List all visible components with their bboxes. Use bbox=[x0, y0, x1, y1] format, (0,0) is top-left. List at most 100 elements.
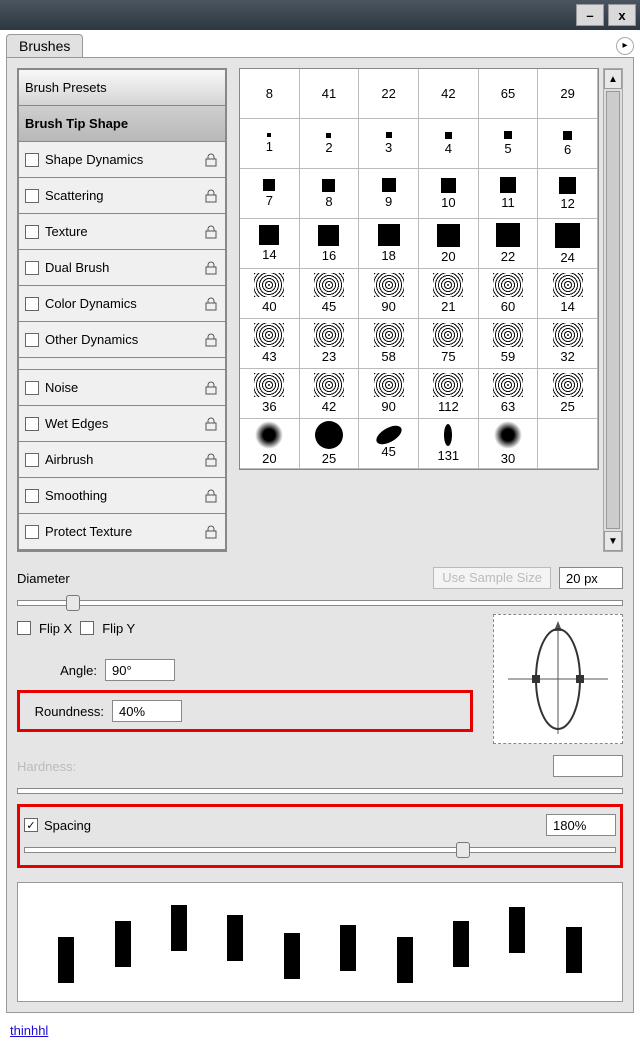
flip-x-checkbox[interactable] bbox=[17, 621, 31, 635]
brush-cell[interactable]: 29 bbox=[538, 69, 598, 119]
angle-preview[interactable] bbox=[493, 614, 623, 744]
brush-stroke-preview bbox=[17, 882, 623, 1002]
brush-cell[interactable]: 25 bbox=[300, 419, 360, 469]
brush-cell[interactable]: 45 bbox=[300, 269, 360, 319]
brush-preset-grid[interactable]: 8412242652912345678910111214161820222440… bbox=[239, 68, 599, 470]
brush-cell[interactable]: 22 bbox=[359, 69, 419, 119]
brush-cell[interactable]: 1 bbox=[240, 119, 300, 169]
brush-cell[interactable]: 8 bbox=[240, 69, 300, 119]
brush-cell[interactable]: 21 bbox=[419, 269, 479, 319]
option-checkbox[interactable] bbox=[25, 153, 39, 167]
option-checkbox[interactable] bbox=[25, 453, 39, 467]
sidebar-item[interactable]: Shape Dynamics bbox=[19, 142, 225, 178]
angle-input[interactable]: 90° bbox=[105, 659, 175, 681]
brush-cell[interactable]: 22 bbox=[479, 219, 539, 269]
brush-cell[interactable]: 20 bbox=[419, 219, 479, 269]
option-checkbox[interactable] bbox=[25, 489, 39, 503]
sidebar-toggle[interactable]: Wet Edges bbox=[19, 406, 225, 442]
brush-cell[interactable]: 58 bbox=[359, 319, 419, 369]
brush-cell[interactable]: 14 bbox=[240, 219, 300, 269]
footer-link[interactable]: thinhhl bbox=[0, 1019, 640, 1042]
sidebar-toggle[interactable]: Smoothing bbox=[19, 478, 225, 514]
brush-cell[interactable]: 45 bbox=[359, 419, 419, 469]
brush-shape-icon bbox=[318, 225, 339, 246]
brush-cell[interactable]: 4 bbox=[419, 119, 479, 169]
brush-cell[interactable]: 3 bbox=[359, 119, 419, 169]
diameter-slider[interactable] bbox=[17, 600, 623, 606]
option-checkbox[interactable] bbox=[25, 525, 39, 539]
sidebar-item[interactable]: Texture bbox=[19, 214, 225, 250]
option-checkbox[interactable] bbox=[25, 297, 39, 311]
stroke-dash bbox=[227, 915, 243, 961]
option-checkbox[interactable] bbox=[25, 381, 39, 395]
scroll-up-button[interactable]: ▲ bbox=[604, 69, 622, 89]
close-button[interactable]: x bbox=[608, 4, 636, 26]
sidebar-toggle[interactable]: Airbrush bbox=[19, 442, 225, 478]
brush-size-label: 9 bbox=[385, 194, 392, 209]
sidebar-item[interactable]: Color Dynamics bbox=[19, 286, 225, 322]
roundness-input[interactable]: 40% bbox=[112, 700, 182, 722]
brush-cell[interactable]: 42 bbox=[419, 69, 479, 119]
brush-cell[interactable]: 65 bbox=[479, 69, 539, 119]
brush-texture-icon bbox=[493, 323, 523, 347]
brush-cell[interactable]: 20 bbox=[240, 419, 300, 469]
brush-cell[interactable]: 30 bbox=[479, 419, 539, 469]
brush-size-label: 18 bbox=[381, 248, 395, 263]
option-checkbox[interactable] bbox=[25, 189, 39, 203]
brush-cell[interactable]: 8 bbox=[300, 169, 360, 219]
brush-cell[interactable]: 32 bbox=[538, 319, 598, 369]
spacing-input[interactable]: 180% bbox=[546, 814, 616, 836]
sidebar-item-tip-shape[interactable]: Brush Tip Shape bbox=[19, 106, 225, 142]
scroll-down-button[interactable]: ▼ bbox=[604, 531, 622, 551]
minimize-button[interactable]: – bbox=[576, 4, 604, 26]
sidebar-toggle[interactable]: Protect Texture bbox=[19, 514, 225, 550]
brush-cell[interactable]: 43 bbox=[240, 319, 300, 369]
brush-cell[interactable]: 60 bbox=[479, 269, 539, 319]
brush-cell[interactable]: 131 bbox=[419, 419, 479, 469]
brush-cell[interactable]: 14 bbox=[538, 269, 598, 319]
panel-menu-icon[interactable]: ▸ bbox=[616, 37, 634, 55]
diameter-input[interactable]: 20 px bbox=[559, 567, 623, 589]
brush-cell[interactable]: 23 bbox=[300, 319, 360, 369]
slider-thumb[interactable] bbox=[456, 842, 470, 858]
brush-cell[interactable]: 7 bbox=[240, 169, 300, 219]
option-checkbox[interactable] bbox=[25, 225, 39, 239]
spacing-slider[interactable] bbox=[24, 847, 616, 853]
brush-grid-scrollbar[interactable]: ▲ ▼ bbox=[603, 68, 623, 552]
brush-cell[interactable]: 25 bbox=[538, 369, 598, 419]
sidebar-toggle[interactable]: Noise bbox=[19, 370, 225, 406]
brush-cell[interactable]: 18 bbox=[359, 219, 419, 269]
brush-cell[interactable]: 12 bbox=[538, 169, 598, 219]
slider-thumb[interactable] bbox=[66, 595, 80, 611]
option-checkbox[interactable] bbox=[25, 261, 39, 275]
sidebar-item[interactable]: Dual Brush bbox=[19, 250, 225, 286]
brush-cell[interactable]: 16 bbox=[300, 219, 360, 269]
brush-cell[interactable]: 6 bbox=[538, 119, 598, 169]
brush-cell[interactable]: 42 bbox=[300, 369, 360, 419]
brush-cell[interactable] bbox=[538, 419, 598, 469]
sidebar-item[interactable]: Scattering bbox=[19, 178, 225, 214]
brush-cell[interactable]: 2 bbox=[300, 119, 360, 169]
sidebar-item[interactable]: Other Dynamics bbox=[19, 322, 225, 358]
scroll-thumb[interactable] bbox=[606, 91, 620, 529]
brush-cell[interactable]: 59 bbox=[479, 319, 539, 369]
brush-cell[interactable]: 112 bbox=[419, 369, 479, 419]
option-checkbox[interactable] bbox=[25, 417, 39, 431]
tab-brushes[interactable]: Brushes bbox=[6, 34, 83, 57]
brush-cell[interactable]: 5 bbox=[479, 119, 539, 169]
flip-y-checkbox[interactable] bbox=[80, 621, 94, 635]
brush-cell[interactable]: 24 bbox=[538, 219, 598, 269]
sidebar-item-presets[interactable]: Brush Presets bbox=[19, 70, 225, 106]
option-checkbox[interactable] bbox=[25, 333, 39, 347]
brush-cell[interactable]: 10 bbox=[419, 169, 479, 219]
brush-cell[interactable]: 90 bbox=[359, 369, 419, 419]
brush-cell[interactable]: 11 bbox=[479, 169, 539, 219]
spacing-checkbox[interactable]: ✓ bbox=[24, 818, 38, 832]
brush-cell[interactable]: 41 bbox=[300, 69, 360, 119]
brush-cell[interactable]: 40 bbox=[240, 269, 300, 319]
brush-cell[interactable]: 36 bbox=[240, 369, 300, 419]
brush-cell[interactable]: 90 bbox=[359, 269, 419, 319]
brush-cell[interactable]: 9 bbox=[359, 169, 419, 219]
brush-cell[interactable]: 75 bbox=[419, 319, 479, 369]
brush-cell[interactable]: 63 bbox=[479, 369, 539, 419]
